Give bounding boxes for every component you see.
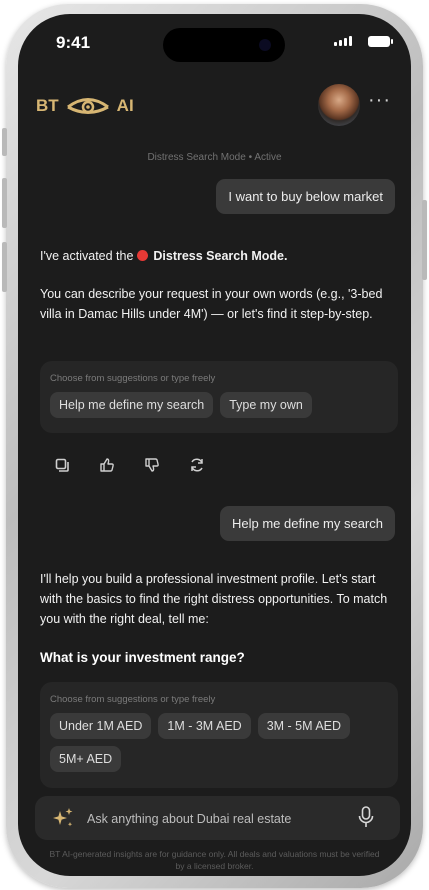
brand-logo: BT AI — [36, 94, 134, 118]
user-message: Help me define my search — [219, 506, 395, 541]
assistant-message: I've activated the Distress Search Mode.… — [40, 246, 395, 324]
camera-icon — [259, 39, 271, 51]
mode-status: Distress Search Mode • Active — [147, 152, 282, 163]
red-circle-icon — [136, 250, 148, 261]
status-bar: 9:41 — [18, 14, 411, 64]
suggestion-chips: Help me define my search Type my own — [50, 392, 388, 418]
eye-logo-icon — [66, 98, 109, 114]
action-button — [2, 128, 7, 156]
app-screen: 9:41 BT AI ··· Distress Search Mode • Ac… — [18, 14, 411, 876]
chat-input[interactable] — [85, 806, 349, 832]
suggestion-chip[interactable]: Type my own — [220, 392, 312, 418]
volume-down-button — [2, 242, 7, 292]
logo-text-left: BT — [36, 96, 59, 115]
activation-prefix: I've activated the — [40, 249, 137, 263]
suggestions-card: Choose from suggestions or type freely H… — [40, 361, 398, 433]
sparkle-icon — [53, 808, 73, 827]
user-avatar[interactable] — [318, 84, 360, 126]
power-button — [422, 200, 427, 280]
message-actions — [51, 454, 208, 476]
dynamic-island — [163, 28, 285, 62]
regenerate-icon[interactable] — [186, 454, 208, 476]
microphone-icon[interactable] — [358, 806, 374, 828]
assistant-message-2: I'll help you build a professional inves… — [40, 572, 388, 626]
activation-line: I've activated the Distress Search Mode. — [40, 246, 395, 266]
status-time: 9:41 — [56, 33, 91, 52]
volume-up-button — [2, 178, 7, 228]
investment-range-question: What is your investment range? — [40, 650, 245, 665]
logo-text-right: AI — [116, 96, 134, 115]
battery-icon — [368, 36, 393, 47]
suggestions-hint: Choose from suggestions or type freely — [50, 694, 216, 705]
range-chip[interactable]: 3M - 5M AED — [257, 713, 351, 739]
user-message: I want to buy below market — [216, 179, 395, 214]
thumbs-down-icon[interactable] — [141, 454, 163, 476]
chat-composer — [35, 796, 400, 840]
suggestion-chips: Under 1M AED 1M - 3M AED 3M - 5M AED 5M+… — [50, 713, 388, 772]
copy-icon[interactable] — [51, 454, 73, 476]
app-header: BT AI ··· — [18, 84, 411, 134]
disclaimer-text: BT AI-generated insights are for guidanc… — [49, 849, 380, 871]
assistant-message-body: You can describe your request in your ow… — [40, 287, 383, 321]
range-chip[interactable]: 1M - 3M AED — [158, 713, 251, 739]
thumbs-up-icon[interactable] — [96, 454, 118, 476]
range-chip[interactable]: 5M+ AED — [50, 746, 122, 772]
suggestions-hint: Choose from suggestions or type freely — [50, 373, 216, 384]
more-options-icon[interactable]: ··· — [368, 89, 391, 112]
signal-icon — [334, 36, 352, 46]
suggestion-chip[interactable]: Help me define my search — [50, 392, 214, 418]
suggestions-card-2: Choose from suggestions or type freely U… — [40, 682, 398, 788]
mode-name: Distress Search Mode. — [153, 249, 288, 263]
range-chip[interactable]: Under 1M AED — [50, 713, 152, 739]
